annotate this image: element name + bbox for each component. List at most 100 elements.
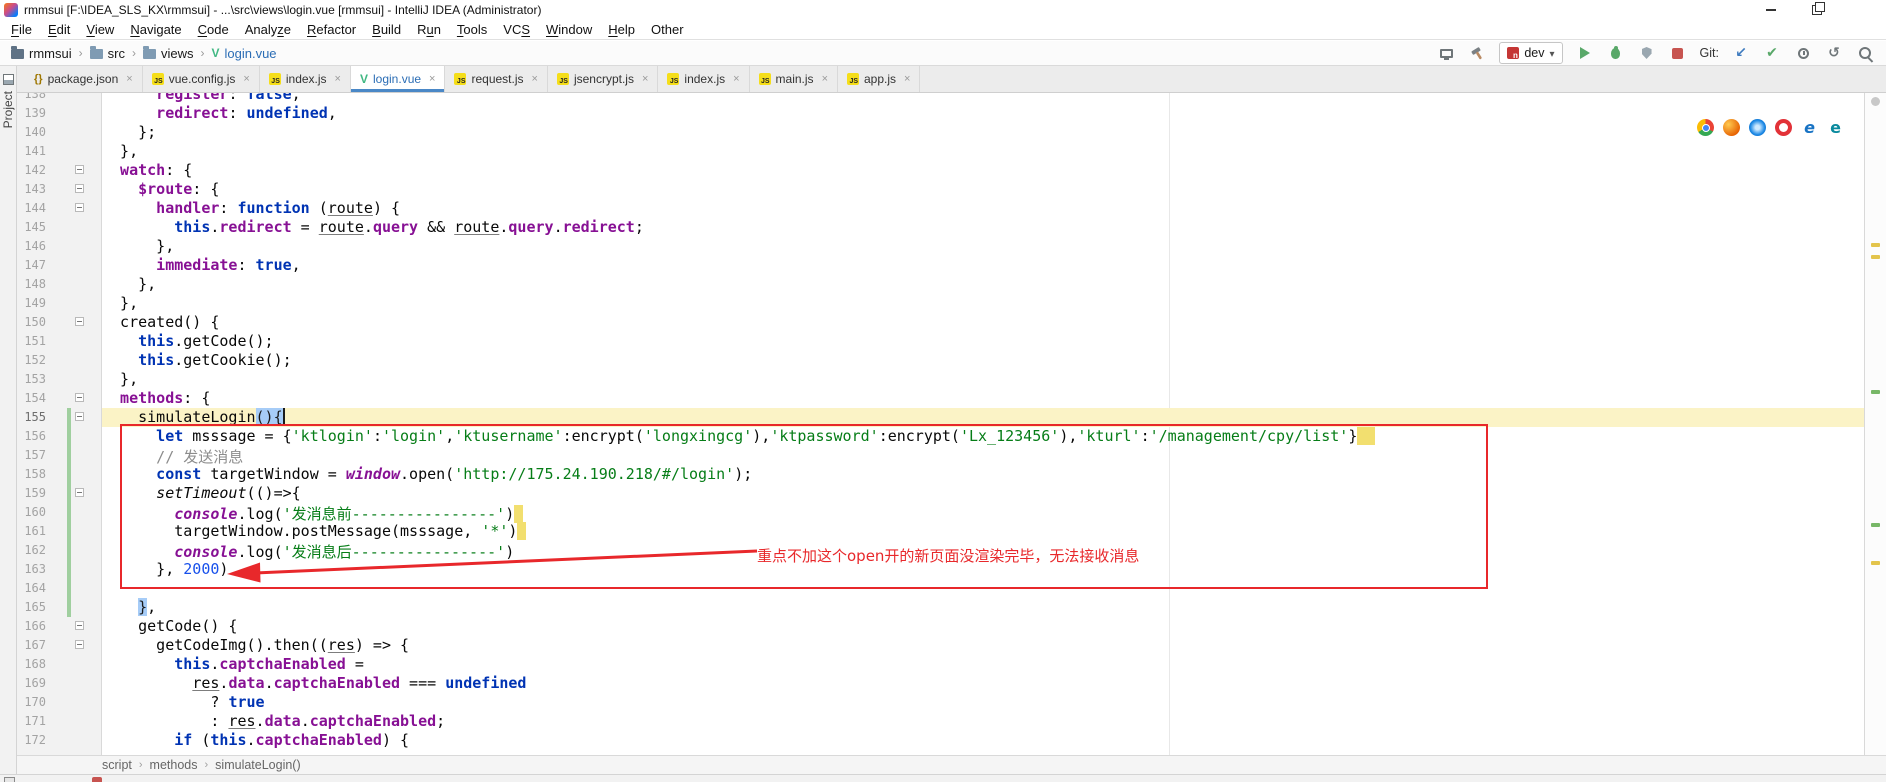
tab-main-js[interactable]: JS main.js × [749,66,838,92]
code-line-144[interactable]: handler: function (route) { [102,199,1864,218]
monitor-icon[interactable] [1437,44,1455,62]
opera-icon[interactable] [1775,119,1792,136]
code-line-146[interactable]: }, [102,237,1864,256]
search-everywhere-button[interactable] [1856,44,1874,62]
code-line-155[interactable]: simulateLogin(){ [102,408,1864,427]
breadcrumb-src[interactable]: src [87,45,128,62]
run-button[interactable] [1576,44,1594,62]
inspections-widget[interactable] [1871,97,1880,106]
code-line-153[interactable]: }, [102,370,1864,389]
code-line-159[interactable]: setTimeout(()=>{ [102,484,1864,503]
tab-request-js[interactable]: JS request.js × [445,66,548,92]
debug-button[interactable] [1607,44,1625,62]
code-line-148[interactable]: }, [102,275,1864,294]
code-line-167[interactable]: getCodeImg().then((res) => { [102,636,1864,655]
code-line-166[interactable]: getCode() { [102,617,1864,636]
code-line-158[interactable]: const targetWindow = window.open('http:/… [102,465,1864,484]
breadcrumb-script[interactable]: script [102,758,132,772]
commit-button[interactable] [1763,44,1781,62]
tab-close-icon[interactable]: × [335,73,341,85]
menu-item-run[interactable]: Run [409,21,449,38]
tab-vue-config-js[interactable]: JS vue.config.js × [142,66,260,92]
code-line-154[interactable]: methods: { [102,389,1864,408]
tab-close-icon[interactable]: × [822,73,828,85]
breadcrumb-methods[interactable]: methods [150,758,198,772]
menu-item-vcs[interactable]: VCS [495,21,538,38]
code-line-164[interactable] [102,579,1864,598]
tab-index-js[interactable]: JS index.js × [658,66,750,92]
breadcrumb-views[interactable]: views [140,45,197,62]
ie-icon[interactable] [1801,119,1818,136]
code-line-142[interactable]: watch: { [102,161,1864,180]
tab-jsencrypt-js[interactable]: JS jsencrypt.js × [547,66,659,92]
code-line-151[interactable]: this.getCode(); [102,332,1864,351]
tab-close-icon[interactable]: × [126,73,132,85]
menu-item-help[interactable]: Help [600,21,643,38]
tab-close-icon[interactable]: × [243,73,249,85]
code-line-145[interactable]: this.redirect = route.query && route.que… [102,218,1864,237]
code-line-161[interactable]: targetWindow.postMessage(msssage, '*') [102,522,1864,541]
code-line-169[interactable]: res.data.captchaEnabled === undefined [102,674,1864,693]
update-project-button[interactable] [1732,44,1750,62]
menu-item-view[interactable]: View [78,21,122,38]
error-stripe-mark[interactable] [1871,255,1880,259]
restore-button[interactable] [1794,0,1840,20]
tool-window-switcher-icon[interactable] [4,777,15,782]
breadcrumb-login-vue[interactable]: Vlogin.vue [208,45,279,62]
code-line-172[interactable]: if (this.captchaEnabled) { [102,731,1864,750]
tab-close-icon[interactable]: × [642,73,648,85]
code-line-138[interactable]: register: false, [102,93,1864,104]
editor[interactable]: 138 139 140 141 142 143 144 145 146 147 148 149 150 1… [17,93,1864,755]
tab-app-js[interactable]: JS app.js × [838,66,921,92]
run-config-selector[interactable]: dev [1499,42,1563,64]
menu-item-refactor[interactable]: Refactor [299,21,364,38]
error-stripe-mark[interactable] [1871,561,1880,565]
menu-item-edit[interactable]: Edit [40,21,78,38]
breadcrumb-rmmsui[interactable]: rmmsui [8,45,75,62]
rollback-button[interactable] [1825,44,1843,62]
menu-item-navigate[interactable]: Navigate [122,21,189,38]
menu-item-window[interactable]: Window [538,21,600,38]
code-line-152[interactable]: this.getCookie(); [102,351,1864,370]
tab-close-icon[interactable]: × [904,73,910,85]
minimize-button[interactable] [1748,0,1794,20]
code-line-150[interactable]: created() { [102,313,1864,332]
code-line-165[interactable]: }, [102,598,1864,617]
code-line-141[interactable]: }, [102,142,1864,161]
stop-button[interactable] [1669,44,1687,62]
tab-close-icon[interactable]: × [733,73,739,85]
build-hammer-icon[interactable] [1468,44,1486,62]
project-stripe-button[interactable]: Project [0,66,16,128]
safari-icon[interactable] [1749,119,1766,136]
coverage-button[interactable] [1638,44,1656,62]
menu-item-other[interactable]: Other [643,21,692,38]
tab-login-vue[interactable]: Vlogin.vue × [350,66,446,92]
breadcrumb-simulateLogin-[interactable]: simulateLogin() [215,758,300,772]
error-stripe-mark[interactable] [1871,243,1880,247]
edge-icon[interactable] [1827,119,1844,136]
code-line-170[interactable]: ? true [102,693,1864,712]
history-button[interactable] [1794,44,1812,62]
error-stripe-mark[interactable] [1871,390,1880,394]
code-line-168[interactable]: this.captchaEnabled = [102,655,1864,674]
tab-close-icon[interactable]: × [429,73,435,85]
code-line-139[interactable]: redirect: undefined, [102,104,1864,123]
code-line-171[interactable]: : res.data.captchaEnabled; [102,712,1864,731]
run-tool-window-icon[interactable] [92,777,102,782]
menu-item-file[interactable]: File [3,21,40,38]
code-line-143[interactable]: $route: { [102,180,1864,199]
code-line-157[interactable]: // 发送消息 [102,446,1864,466]
chrome-icon[interactable] [1697,119,1714,136]
menu-item-tools[interactable]: Tools [449,21,495,38]
code-line-160[interactable]: console.log('发消息前----------------') [102,503,1864,523]
code-line-147[interactable]: immediate: true, [102,256,1864,275]
menu-item-code[interactable]: Code [190,21,237,38]
code-line-156[interactable]: let msssage = {'ktlogin':'login','ktuser… [102,427,1864,446]
code-line-140[interactable]: }; [102,123,1864,142]
tab-package-json[interactable]: {} package.json × [25,66,143,92]
menu-item-build[interactable]: Build [364,21,409,38]
code-line-149[interactable]: }, [102,294,1864,313]
menu-item-analyze[interactable]: Analyze [237,21,299,38]
tab-close-icon[interactable]: × [532,73,538,85]
firefox-icon[interactable] [1723,119,1740,136]
